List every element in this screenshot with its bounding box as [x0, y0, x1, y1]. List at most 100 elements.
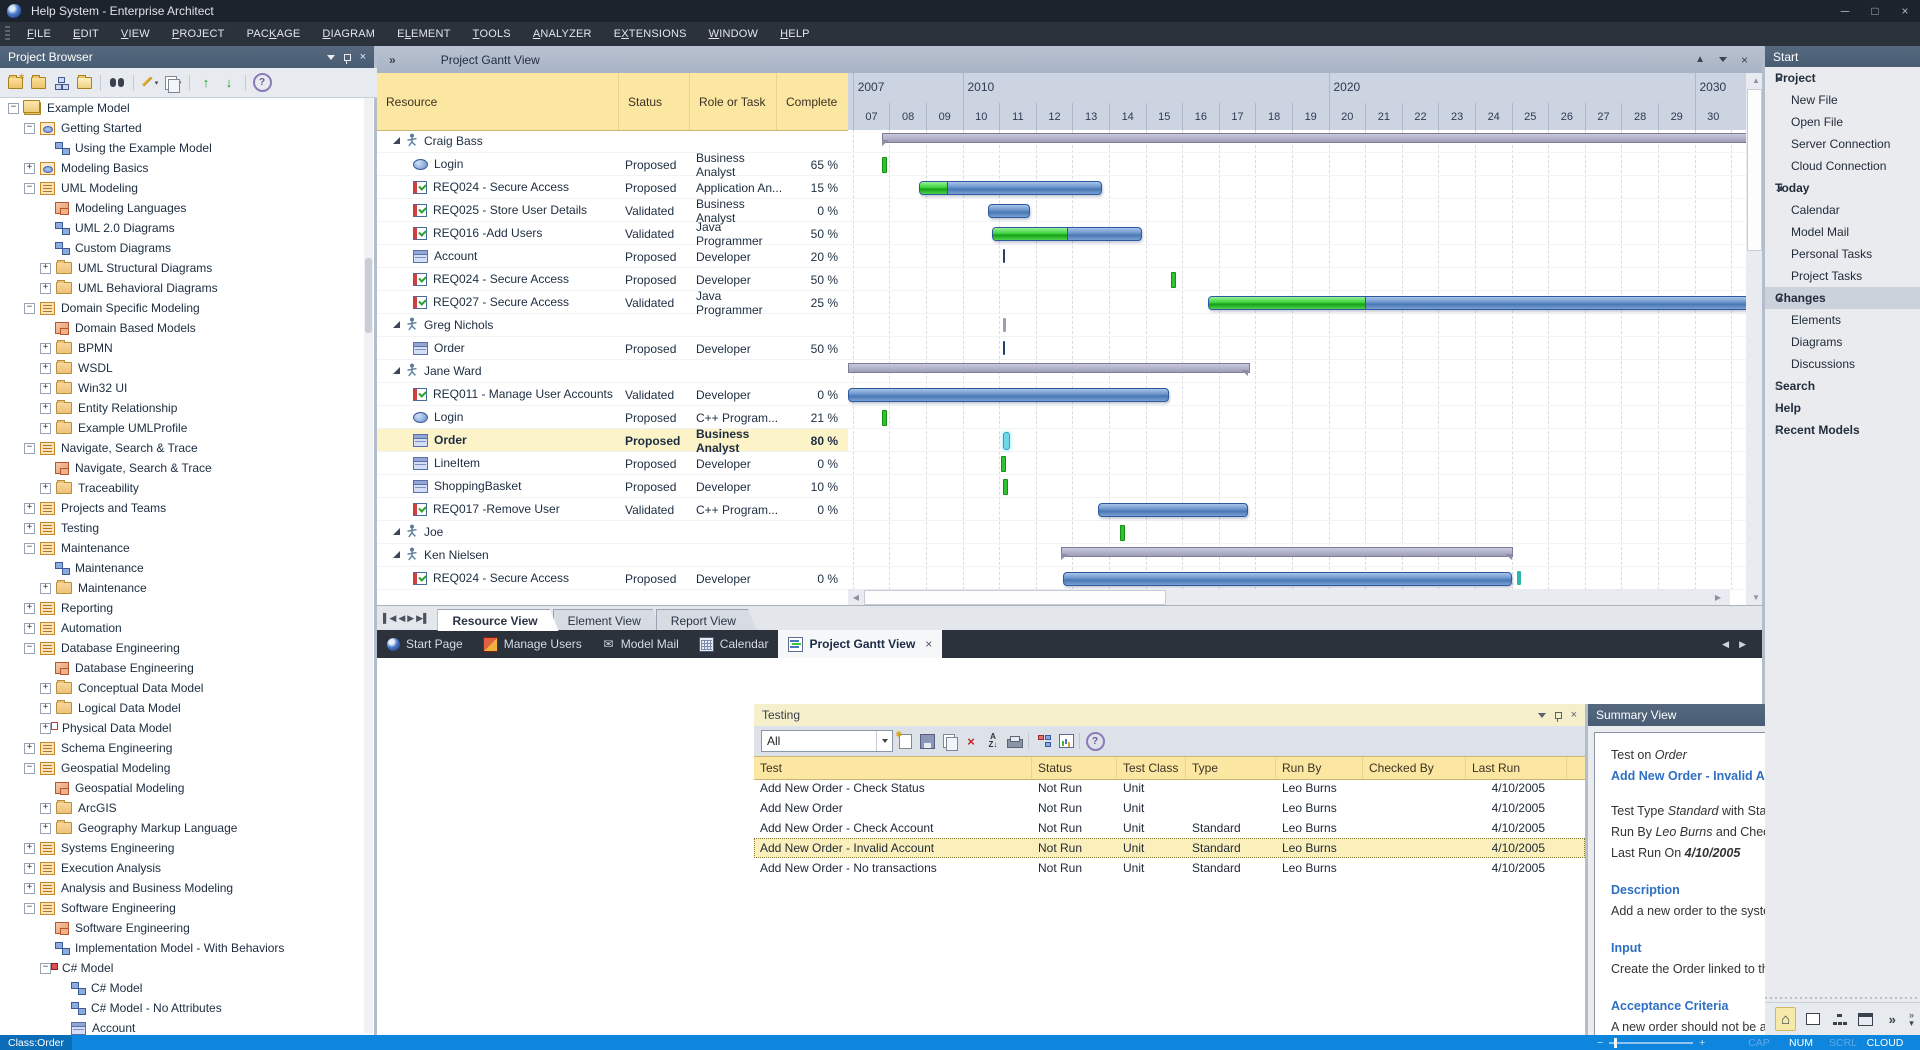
view-tab-nav[interactable]: ▌◀◀ ▶▶▌: [377, 606, 437, 631]
start-item-personal-tasks[interactable]: Personal Tasks: [1765, 243, 1920, 265]
expand-icon[interactable]: +: [40, 383, 51, 394]
new-package-icon[interactable]: [28, 73, 48, 93]
task-bar[interactable]: [1208, 296, 1746, 310]
tree-item[interactable]: +Physical Data Model: [0, 718, 374, 738]
tree-item[interactable]: −Domain Specific Modeling: [0, 298, 374, 318]
copy-icon[interactable]: [939, 731, 959, 751]
save-icon[interactable]: [917, 731, 937, 751]
gantt-row[interactable]: Greg Nichols: [377, 314, 848, 337]
collapse-icon[interactable]: −: [24, 643, 35, 654]
package-contents-icon[interactable]: [74, 73, 94, 93]
tree-item[interactable]: +UML Structural Diagrams: [0, 258, 374, 278]
tree-item[interactable]: +WSDL: [0, 358, 374, 378]
doc-tab-manage-users[interactable]: Manage Users: [473, 630, 592, 658]
collapse-icon[interactable]: −: [24, 123, 35, 134]
menu-file[interactable]: FILE: [16, 22, 62, 46]
group-expander-icon[interactable]: [393, 551, 400, 558]
tree-item[interactable]: −Database Engineering: [0, 638, 374, 658]
chevron-up-icon[interactable]: ▲: [1695, 54, 1705, 65]
tree-item[interactable]: +Reporting: [0, 598, 374, 618]
tree-item[interactable]: Implementation Model - With Behaviors: [0, 938, 374, 958]
start-item-project[interactable]: Project: [1765, 67, 1920, 89]
gantt-vertical-scrollbar[interactable]: ▲ ▼: [1746, 73, 1762, 605]
minimize-button[interactable]: ─: [1830, 0, 1860, 22]
gantt-row[interactable]: REQ011 - Manage User AccountsValidatedDe…: [377, 383, 848, 406]
panel-menu-icon[interactable]: [327, 55, 335, 60]
new-model-icon[interactable]: [5, 73, 25, 93]
start-item-server-connection[interactable]: Server Connection: [1765, 133, 1920, 155]
gantt-row[interactable]: ShoppingBasketProposedDeveloper10 %: [377, 475, 848, 498]
collapse-icon[interactable]: −: [24, 443, 35, 454]
gantt-row[interactable]: REQ017 -Remove UserValidatedC++ Program.…: [377, 498, 848, 521]
start-item-recent-models[interactable]: ▷Recent Models: [1765, 419, 1920, 441]
group-expander-icon[interactable]: [393, 321, 400, 328]
collapsed-arrow-icon[interactable]: ▷: [1773, 426, 1785, 435]
status-toggle-scrl[interactable]: SCRL: [1822, 1037, 1864, 1049]
collapse-icon[interactable]: −: [8, 103, 19, 114]
test-row[interactable]: Add New Order - Check AccountNot RunUnit…: [754, 818, 1585, 838]
start-item-search[interactable]: ▷Search: [1765, 375, 1920, 397]
test-column-status[interactable]: Status: [1032, 757, 1117, 779]
column-header-resource[interactable]: Resource: [377, 73, 618, 130]
sort-icon[interactable]: AZ↓: [983, 731, 1003, 751]
expand-icon[interactable]: +: [40, 723, 51, 734]
tree-item[interactable]: Navigate, Search & Trace: [0, 458, 374, 478]
doc-tab-model-mail[interactable]: ✉Model Mail: [592, 630, 689, 658]
tree-item[interactable]: −Example Model: [0, 98, 374, 118]
tree-item[interactable]: −Maintenance: [0, 538, 374, 558]
tree-item[interactable]: +Traceability: [0, 478, 374, 498]
expand-icon[interactable]: +: [40, 263, 51, 274]
tree-item[interactable]: Maintenance: [0, 558, 374, 578]
expand-icon[interactable]: +: [40, 823, 51, 834]
view-tab-element-view[interactable]: Element View: [553, 609, 662, 631]
test-column-type[interactable]: Type: [1186, 757, 1276, 779]
tree-item[interactable]: +Execution Analysis: [0, 858, 374, 878]
tree-item[interactable]: Software Engineering: [0, 918, 374, 938]
expand-icon[interactable]: +: [24, 503, 35, 514]
gantt-horizontal-scrollbar[interactable]: ◀ ▶: [848, 589, 1730, 605]
gantt-row[interactable]: LineItemProposedDeveloper0 %: [377, 452, 848, 475]
menu-down-icon[interactable]: [1719, 57, 1727, 62]
menu-diagram[interactable]: DIAGRAM: [311, 22, 386, 46]
zoom-out-button[interactable]: −: [1597, 1037, 1603, 1049]
layout-button[interactable]: [1856, 1008, 1875, 1030]
milestone-mark-green[interactable]: [882, 157, 887, 173]
new-test-icon[interactable]: [895, 731, 915, 751]
collapse-icon[interactable]: −: [24, 303, 35, 314]
help-icon[interactable]: ?: [1085, 731, 1105, 751]
test-column-test[interactable]: Test: [754, 757, 1032, 779]
pin-icon[interactable]: [1555, 712, 1562, 719]
tree-item[interactable]: −Software Engineering: [0, 898, 374, 918]
more-options-button[interactable]: »▾: [1909, 1011, 1920, 1027]
menu-element[interactable]: ELEMENT: [386, 22, 461, 46]
tree-item[interactable]: −Navigate, Search & Trace: [0, 438, 374, 458]
group-expander-icon[interactable]: [393, 137, 400, 144]
tree-item[interactable]: Using the Example Model: [0, 138, 374, 158]
help-icon[interactable]: ?: [252, 73, 272, 93]
close-icon[interactable]: ×: [1741, 53, 1748, 67]
move-up-icon[interactable]: ↑: [196, 73, 216, 93]
column-header-complete[interactable]: Complete: [776, 73, 848, 130]
doc-tab-calendar[interactable]: Calendar: [689, 630, 779, 658]
tree-item[interactable]: +Modeling Basics: [0, 158, 374, 178]
start-item-discussions[interactable]: Discussions: [1765, 353, 1920, 375]
testing-panel-header[interactable]: Testing ×: [754, 704, 1585, 726]
tree-item[interactable]: Geospatial Modeling: [0, 778, 374, 798]
group-expander-icon[interactable]: [393, 528, 400, 535]
menu-project[interactable]: PROJECT: [161, 22, 236, 46]
tree-item[interactable]: −UML Modeling: [0, 178, 374, 198]
milestone-mark-navy[interactable]: [1003, 341, 1005, 355]
status-toggle-num[interactable]: NUM: [1780, 1037, 1822, 1049]
collapse-icon[interactable]: −: [24, 763, 35, 774]
tree-item[interactable]: +ArcGIS: [0, 798, 374, 818]
expanded-arrow-icon[interactable]: [1773, 75, 1785, 81]
status-toggle-cap[interactable]: CAP: [1738, 1037, 1780, 1049]
expand-icon[interactable]: +: [40, 683, 51, 694]
gantt-row[interactable]: Jane Ward: [377, 360, 848, 383]
tree-item[interactable]: +Logical Data Model: [0, 698, 374, 718]
tree-item[interactable]: +Projects and Teams: [0, 498, 374, 518]
tree-item[interactable]: C# Model - No Attributes: [0, 998, 374, 1018]
windows-button[interactable]: [1803, 1008, 1822, 1030]
expanded-arrow-icon[interactable]: [1773, 185, 1785, 191]
zoom-in-button[interactable]: +: [1699, 1037, 1705, 1049]
